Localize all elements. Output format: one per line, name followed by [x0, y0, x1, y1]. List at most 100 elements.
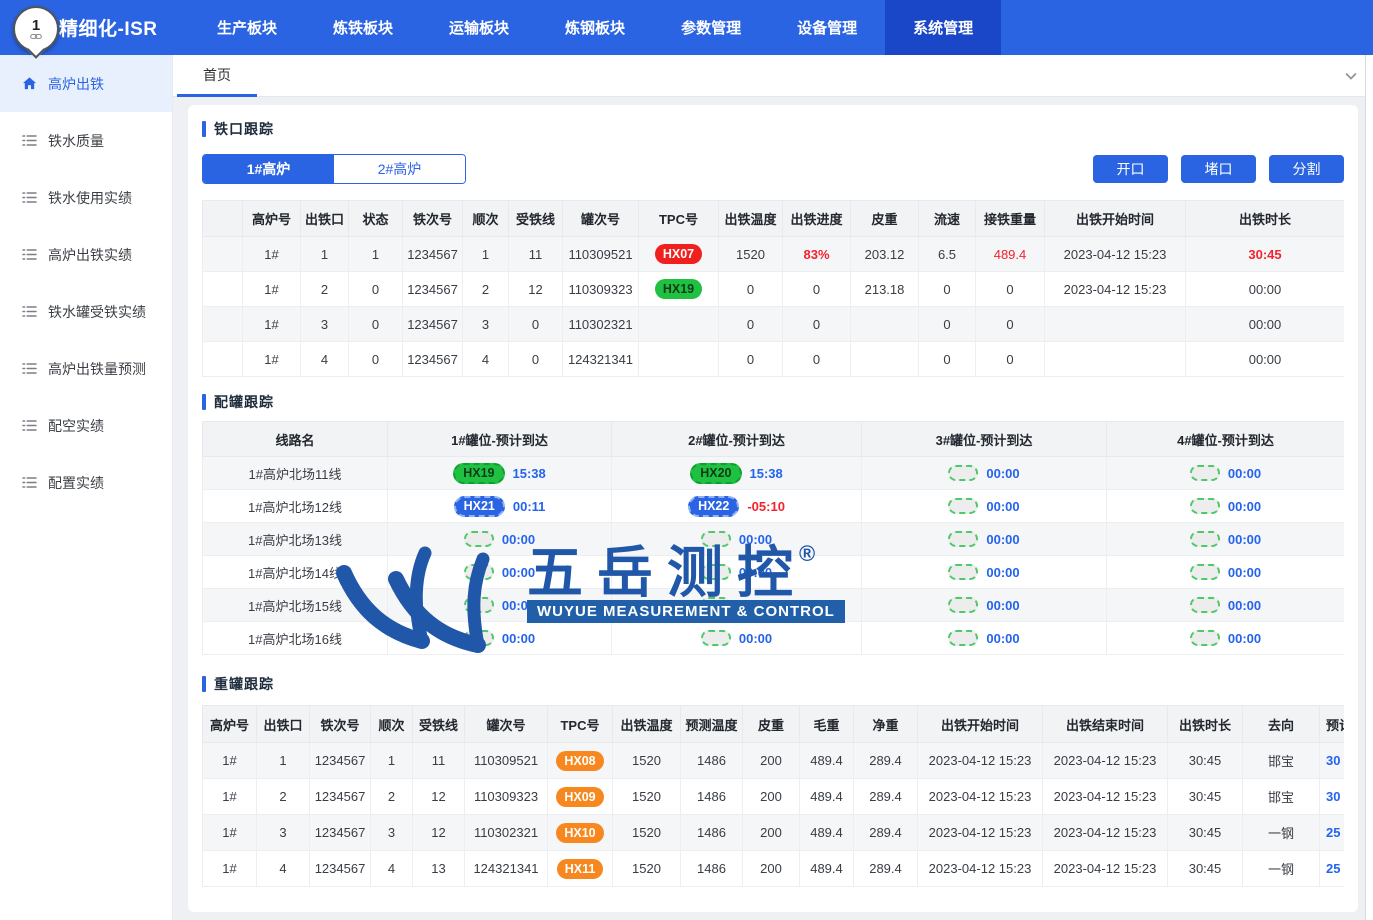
sidebar-item-label: 铁水罐受铁实绩 — [48, 302, 146, 322]
nav-item-system[interactable]: 系统管理 — [885, 0, 1001, 55]
cell: 30 — [1320, 779, 1345, 815]
sidebar-item-label: 铁水使用实绩 — [48, 188, 132, 208]
link-icon — [30, 33, 42, 40]
cell: 1520 — [719, 237, 783, 272]
cell: 00:00 — [862, 589, 1107, 622]
plug-taphole-button[interactable]: 堵口 — [1181, 155, 1256, 183]
empty-tank-pill — [1190, 564, 1220, 580]
cell: 2023-04-12 15:23 — [918, 815, 1043, 851]
column-header: 受铁线 — [413, 706, 465, 743]
cell: 0 — [719, 307, 783, 342]
cell: 83% — [783, 237, 851, 272]
cell: 0 — [783, 342, 851, 377]
empty-tank-pill — [701, 630, 731, 646]
cell: 00:00 — [388, 589, 612, 622]
nav-item-transport[interactable]: 运输板块 — [421, 0, 537, 55]
empty-tank-pill — [1190, 531, 1220, 547]
nav-item-ironmaking[interactable]: 炼铁板块 — [305, 0, 421, 55]
table-row[interactable]: 1#高炉北场11线HX1915:38HX2015:3800:0000:00 — [203, 457, 1345, 490]
cell: 00:00 — [1186, 342, 1345, 377]
top-nav-items: 生产板块炼铁板块运输板块炼钢板块参数管理设备管理系统管理 — [189, 0, 1001, 55]
column-header: 1#罐位-预计到达 — [388, 422, 612, 457]
header-row: 高炉号出铁口状态铁次号顺次受铁线罐次号TPC号出铁温度出铁进度皮重流速接铁重量出… — [203, 201, 1345, 237]
cell: 124321341 — [465, 851, 548, 887]
sidebar-item-tapping-forecast[interactable]: 高炉出铁量预测 — [0, 340, 172, 397]
cell: 00:00 — [612, 556, 862, 589]
eta-time: 00:00 — [986, 532, 1019, 547]
nav-item-equipment[interactable]: 设备管理 — [769, 0, 885, 55]
cell: 11 — [413, 743, 465, 779]
cell: 邯宝 — [1243, 779, 1320, 815]
cell: 00:00 — [862, 457, 1107, 490]
table-row[interactable]: 1#高炉北场16线00:0000:0000:0000:00 — [203, 622, 1345, 655]
cell: 2023-04-12 15:23 — [1043, 815, 1168, 851]
sidebar-item-ladle-receiving-record[interactable]: 铁水罐受铁实绩 — [0, 283, 172, 340]
nav-item-parameter[interactable]: 参数管理 — [653, 0, 769, 55]
table-row[interactable]: 1#高炉北场15线00:0000:0000:0000:00 — [203, 589, 1345, 622]
cell: 1520 — [613, 743, 681, 779]
nav-item-production[interactable]: 生产板块 — [189, 0, 305, 55]
scrollbar-track[interactable] — [1365, 55, 1373, 920]
cell: 1#高炉北场12线 — [203, 490, 388, 523]
sidebar-item-iron-quality[interactable]: 铁水质量 — [0, 112, 172, 169]
cell: 1 — [349, 237, 403, 272]
table-row[interactable]: 1#11234567111110309521HX0815201486200489… — [203, 743, 1345, 779]
table-row[interactable]: 1#21234567212110309323HX0915201486200489… — [203, 779, 1345, 815]
table-row[interactable]: 1#41234567413124321341HX1115201486200489… — [203, 851, 1345, 887]
home-icon — [22, 76, 37, 91]
tab-furnace-2[interactable]: 2#高炉 — [334, 155, 465, 183]
furnace-tab-group: 1#高炉 2#高炉 — [202, 154, 466, 184]
nav-item-steelmaking[interactable]: 炼钢板块 — [537, 0, 653, 55]
cell: 1# — [243, 342, 301, 377]
tab-home[interactable]: 首页 — [177, 55, 257, 97]
eta-time: 00:00 — [739, 532, 772, 547]
cell: HX07 — [639, 237, 719, 272]
split-button[interactable]: 分割 — [1269, 155, 1344, 183]
column-header: 出铁时长 — [1168, 706, 1243, 743]
eta-time: 00:00 — [502, 598, 535, 613]
tab-furnace-1[interactable]: 1#高炉 — [203, 155, 334, 183]
cell: 00:00 — [388, 622, 612, 655]
cell: 00:00 — [862, 523, 1107, 556]
column-header: 高炉号 — [243, 201, 301, 237]
cell: 30:45 — [1168, 743, 1243, 779]
cell: 110309323 — [465, 779, 548, 815]
column-header: 出铁时长 — [1186, 201, 1345, 237]
list-icon — [22, 418, 37, 433]
table-row[interactable]: 1#高炉北场13线00:0000:0000:0000:00 — [203, 523, 1345, 556]
table-row[interactable]: 1#31234567312110302321HX1015201486200489… — [203, 815, 1345, 851]
cell: 12 — [413, 779, 465, 815]
cell: 0 — [783, 272, 851, 307]
cell: 489.4 — [800, 743, 854, 779]
cell: 0 — [976, 342, 1045, 377]
open-taphole-button[interactable]: 开口 — [1093, 155, 1168, 183]
cell: 1#高炉北场16线 — [203, 622, 388, 655]
cell: 00:00 — [612, 523, 862, 556]
table-row[interactable]: 1#111234567111110309521HX07152083%203.12… — [203, 237, 1345, 272]
sidebar-item-iron-usage-record[interactable]: 铁水使用实绩 — [0, 169, 172, 226]
cell: 1#高炉北场14线 — [203, 556, 388, 589]
sidebar-item-config-record[interactable]: 配置实绩 — [0, 454, 172, 511]
sidebar-item-label: 铁水质量 — [48, 131, 104, 151]
sidebar-item-furnace-tapping-record[interactable]: 高炉出铁实绩 — [0, 226, 172, 283]
empty-tank-pill — [948, 465, 978, 481]
cell: 00:00 — [1107, 457, 1345, 490]
cell: 1234567 — [310, 851, 371, 887]
table-row[interactable]: 1#30123456730110302321000000:00 — [203, 307, 1345, 342]
eta-time: 00:00 — [1228, 499, 1261, 514]
cell: HX2015:38 — [612, 457, 862, 490]
table-row[interactable]: 1#高炉北场12线HX2100:11HX22-05:1000:0000:00 — [203, 490, 1345, 523]
sidebar-item-empty-allocation-record[interactable]: 配空实绩 — [0, 397, 172, 454]
table-row[interactable]: 1#高炉北场14线00:0000:0000:0000:00 — [203, 556, 1345, 589]
cell: 289.4 — [854, 851, 918, 887]
cell: 00:00 — [862, 490, 1107, 523]
sidebar-item-furnace-tapping[interactable]: 高炉出铁 — [0, 55, 172, 112]
table-row[interactable]: 1#40123456740124321341000000:00 — [203, 342, 1345, 377]
chevron-down-icon[interactable] — [1343, 68, 1359, 84]
eta-time: 00:00 — [739, 565, 772, 580]
table-row[interactable]: 1#201234567212110309323HX1900213.1800202… — [203, 272, 1345, 307]
cell: 1234567 — [403, 307, 463, 342]
eta-time: 00:00 — [986, 499, 1019, 514]
eta-time: 00:00 — [1228, 565, 1261, 580]
column-header: TPC号 — [639, 201, 719, 237]
